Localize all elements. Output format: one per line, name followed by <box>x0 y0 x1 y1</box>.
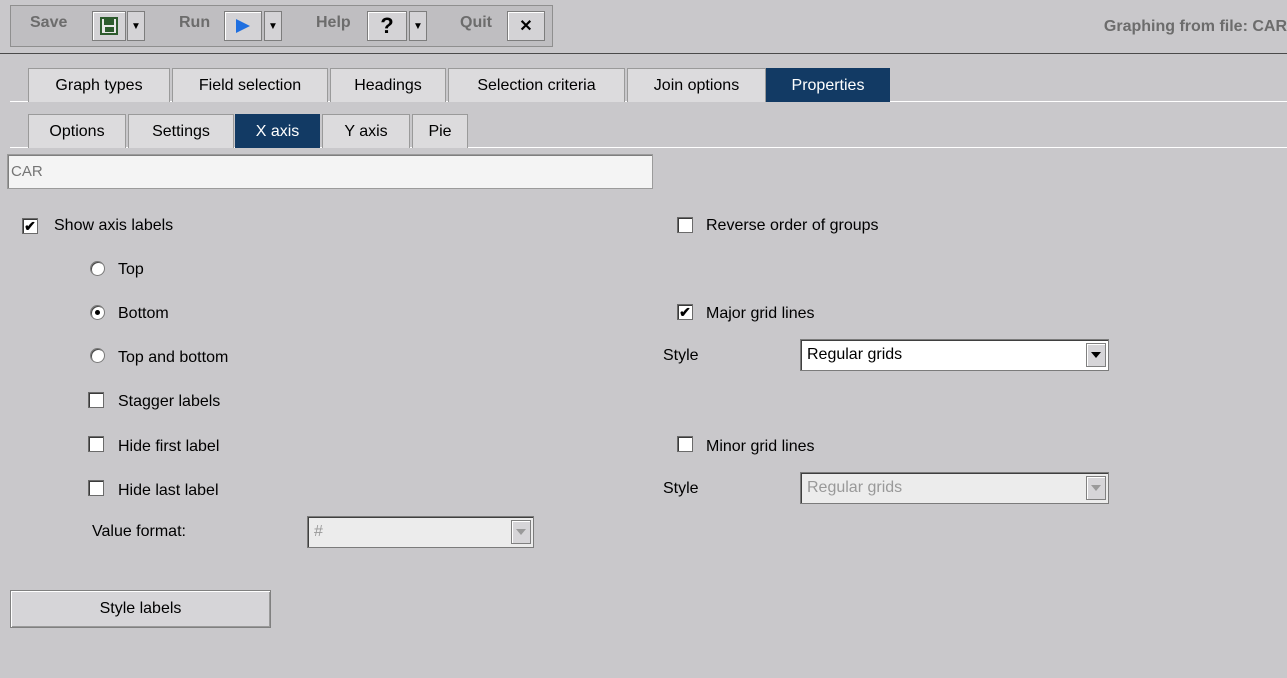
stagger-labels-checkbox[interactable] <box>88 392 104 408</box>
save-label: Save <box>30 14 68 31</box>
main-tab-bar: Graph types Field selection Headings Sel… <box>10 66 1287 102</box>
major-style-select[interactable]: Regular grids <box>800 339 1109 371</box>
bottom-radio-label: Bottom <box>118 305 169 322</box>
close-icon: ✕ <box>519 18 533 35</box>
tab-selection-criteria[interactable]: Selection criteria <box>448 68 625 102</box>
minor-style-value: Regular grids <box>807 479 903 496</box>
value-format-value: # <box>314 523 323 540</box>
sub-tab-bar: Options Settings X axis Y axis Pie <box>10 112 1287 148</box>
show-axis-labels-checkbox[interactable]: ✔ <box>22 218 38 234</box>
minor-grid-lines-label: Minor grid lines <box>706 438 815 455</box>
dropdown-arrow-button[interactable] <box>1086 476 1106 500</box>
minor-style-label: Style <box>663 480 699 497</box>
dropdown-arrow-button[interactable] <box>511 520 531 544</box>
tab-field-selection[interactable]: Field selection <box>172 68 328 102</box>
major-style-value: Regular grids <box>807 346 903 363</box>
major-grid-lines-label: Major grid lines <box>706 305 815 322</box>
play-icon <box>236 19 250 33</box>
value-format-select[interactable]: # <box>307 516 534 548</box>
hide-last-label-label: Hide last label <box>118 482 219 499</box>
dropdown-arrow-button[interactable] <box>1086 343 1106 367</box>
chevron-down-icon <box>1091 352 1101 358</box>
save-dropdown-button[interactable]: ▼ <box>127 11 145 41</box>
hide-last-label-checkbox[interactable] <box>88 480 104 496</box>
tab-settings[interactable]: Settings <box>128 114 234 148</box>
save-button[interactable] <box>92 11 126 41</box>
axis-title-input[interactable] <box>7 154 653 189</box>
quit-label: Quit <box>460 14 492 31</box>
stagger-labels-label: Stagger labels <box>118 393 221 410</box>
hide-first-label-label: Hide first label <box>118 438 220 455</box>
value-format-label: Value format: <box>92 523 186 540</box>
minor-style-select[interactable]: Regular grids <box>800 472 1109 504</box>
help-button[interactable]: ? <box>367 11 407 41</box>
tab-headings[interactable]: Headings <box>330 68 446 102</box>
tab-options[interactable]: Options <box>28 114 126 148</box>
top-radio[interactable] <box>90 261 105 276</box>
tab-pie[interactable]: Pie <box>412 114 468 148</box>
bottom-radio[interactable] <box>90 305 105 320</box>
tab-y-axis[interactable]: Y axis <box>322 114 410 148</box>
run-button[interactable] <box>224 11 262 41</box>
reverse-order-label: Reverse order of groups <box>706 217 879 234</box>
major-grid-lines-checkbox[interactable]: ✔ <box>677 304 693 320</box>
window-title: Graphing from file: CAR <box>1103 18 1287 35</box>
toolbar: Save ▼ Run ▼ Help ? ▼ Quit ✕ Graphing fr… <box>0 0 1287 54</box>
radio-selected-dot <box>95 310 100 315</box>
minor-grid-lines-checkbox[interactable] <box>677 436 693 452</box>
run-label: Run <box>179 14 211 31</box>
hide-first-label-checkbox[interactable] <box>88 436 104 452</box>
help-label: Help <box>316 14 351 31</box>
run-dropdown-button[interactable]: ▼ <box>264 11 282 41</box>
show-axis-labels-label: Show axis labels <box>54 217 174 234</box>
tab-x-axis[interactable]: X axis <box>235 114 320 148</box>
chevron-down-icon <box>516 529 526 535</box>
chevron-down-icon <box>1091 485 1101 491</box>
style-labels-button[interactable]: Style labels <box>10 590 271 628</box>
tab-properties[interactable]: Properties <box>766 68 890 102</box>
top-and-bottom-radio-label: Top and bottom <box>118 349 229 366</box>
major-style-label: Style <box>663 347 699 364</box>
top-radio-label: Top <box>118 261 144 278</box>
quit-button[interactable]: ✕ <box>507 11 545 41</box>
tab-graph-types[interactable]: Graph types <box>28 68 170 102</box>
chevron-down-icon: ▼ <box>268 20 278 32</box>
tab-join-options[interactable]: Join options <box>627 68 766 102</box>
floppy-disk-icon <box>100 17 118 35</box>
question-mark-icon: ? <box>380 13 394 38</box>
top-and-bottom-radio[interactable] <box>90 348 105 363</box>
help-dropdown-button[interactable]: ▼ <box>409 11 427 41</box>
chevron-down-icon: ▼ <box>413 20 423 32</box>
reverse-order-checkbox[interactable] <box>677 217 693 233</box>
chevron-down-icon: ▼ <box>131 20 141 32</box>
